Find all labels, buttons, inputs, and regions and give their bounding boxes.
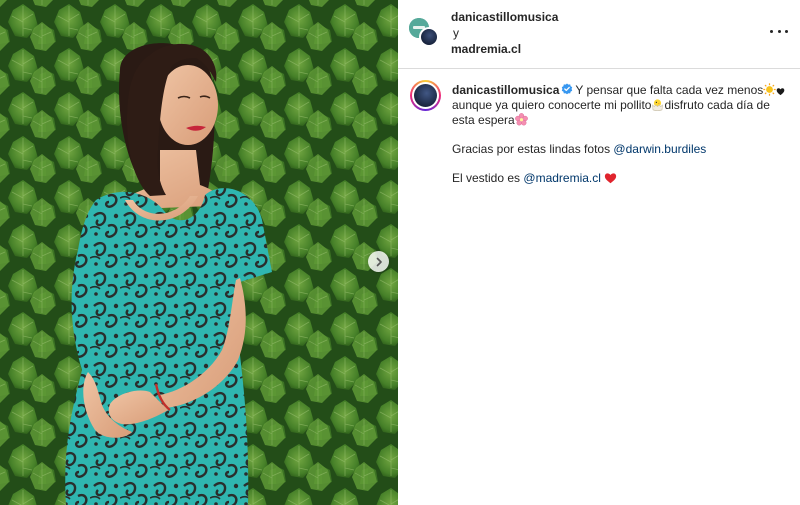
- chevron-right-icon: [376, 257, 382, 266]
- caption-paragraph-3: El vestido es @madremia.cl: [452, 171, 792, 186]
- hatching-chick-emoji-icon: [652, 99, 664, 111]
- caption-text: danicastillomusica Y pensar que falta ca…: [452, 83, 792, 200]
- caption-text-part-1: Y pensar que falta cada vez menos: [575, 83, 764, 97]
- caption-text-part-2: aunque ya quiero conocerte mi pollito: [452, 98, 652, 112]
- black-heart-emoji-icon: [776, 88, 785, 96]
- caption-thanks-text: Gracias por estas lindas fotos: [452, 142, 611, 156]
- cherry-blossom-emoji-icon: [514, 113, 528, 126]
- avatar-madremia[interactable]: [419, 27, 439, 47]
- red-heart-emoji-icon: [605, 173, 617, 184]
- next-image-button[interactable]: [368, 251, 389, 272]
- mention-darwin-burdiles[interactable]: @darwin.burdiles: [613, 142, 706, 156]
- caption-author-avatar[interactable]: [410, 80, 441, 111]
- post-header: danicastillomusica y madremia.cl: [398, 0, 800, 69]
- caption-dress-text: El vestido es: [452, 171, 521, 185]
- collaborator-joiner: y: [453, 26, 459, 40]
- sun-emoji-icon: [763, 83, 776, 96]
- caption-paragraph-1: danicastillomusica Y pensar que falta ca…: [452, 83, 792, 128]
- more-options-icon[interactable]: [770, 23, 788, 39]
- collaborator-username-2[interactable]: madremia.cl: [451, 42, 558, 57]
- caption-paragraph-2: Gracias por estas lindas fotos @darwin.b…: [452, 142, 792, 157]
- caption-username[interactable]: danicastillomusica: [452, 83, 559, 97]
- collaborator-names: danicastillomusica y madremia.cl: [451, 10, 558, 57]
- post-details-panel: danicastillomusica y madremia.cl danicas…: [398, 0, 800, 505]
- post-photo: [0, 0, 398, 505]
- mention-madremia[interactable]: @madremia.cl: [523, 171, 601, 185]
- verified-badge-icon: [562, 83, 573, 95]
- maternity-photo: [0, 0, 398, 505]
- collaborator-avatars[interactable]: [409, 16, 439, 48]
- collaborator-username-1[interactable]: danicastillomusica: [451, 10, 558, 25]
